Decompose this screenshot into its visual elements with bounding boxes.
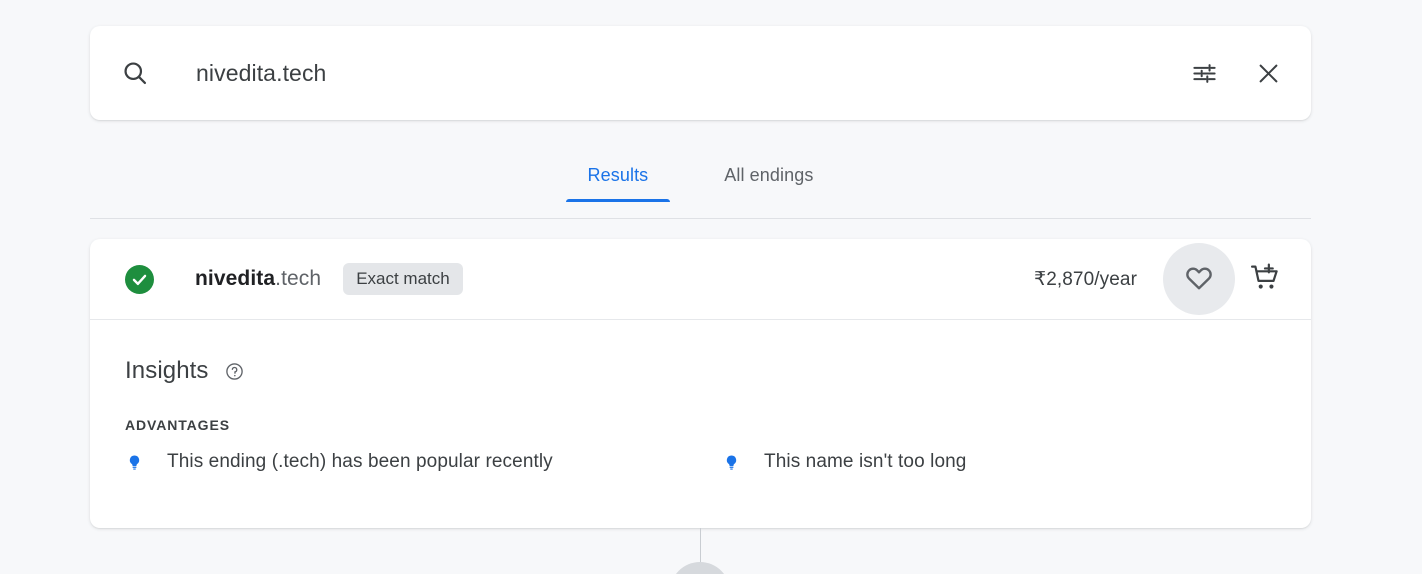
domain-tld: .tech [275, 267, 322, 290]
search-actions [1187, 56, 1285, 90]
result-card: nivedita.tech Exact match ₹2,870/year In… [90, 239, 1311, 528]
domain-result-row[interactable]: nivedita.tech Exact match ₹2,870/year [90, 239, 1311, 320]
list-item: This ending (.tech) has been popular rec… [125, 451, 722, 473]
lightbulb-icon [125, 451, 143, 473]
check-circle-icon [125, 264, 154, 294]
tab-all-endings-label: All endings [724, 165, 814, 185]
favorite-button[interactable] [1163, 243, 1235, 315]
add-shopping-cart-icon [1250, 262, 1281, 296]
expander-stem [700, 528, 701, 564]
insights-header: Insights [125, 357, 1276, 385]
domain-price: ₹2,870/year [1034, 268, 1137, 290]
lightbulb-icon [722, 451, 740, 473]
advantages-list: This ending (.tech) has been popular rec… [125, 451, 1276, 473]
domain-sld: nivedita [195, 267, 276, 290]
help-circle-icon[interactable] [225, 362, 244, 381]
close-icon[interactable] [1251, 56, 1285, 90]
tab-active-indicator [565, 199, 671, 202]
search-input[interactable] [196, 59, 1187, 87]
add-to-cart-button[interactable] [1241, 255, 1289, 303]
tune-icon[interactable] [1187, 56, 1221, 90]
tab-bar: Results All endings [90, 155, 1311, 219]
list-item: This name isn't too long [722, 451, 966, 473]
list-item-label: This name isn't too long [764, 451, 967, 472]
insights-title: Insights [125, 357, 209, 384]
heart-icon [1184, 263, 1214, 296]
search-icon [120, 58, 150, 88]
list-item-label: This ending (.tech) has been popular rec… [167, 451, 553, 472]
insights-section: Insights ADVANTAGES This ending (.tech) … [90, 320, 1311, 473]
status-badge: Exact match [343, 263, 463, 295]
expand-more-button[interactable] [670, 562, 730, 574]
domain-name: nivedita.tech [195, 267, 321, 291]
tab-bar-divider [90, 218, 1311, 219]
tab-all-endings[interactable]: All endings [702, 155, 835, 202]
tab-results[interactable]: Results [565, 155, 671, 202]
search-bar[interactable] [90, 26, 1311, 120]
advantages-label: ADVANTAGES [125, 417, 230, 433]
tab-results-label: Results [587, 165, 649, 185]
